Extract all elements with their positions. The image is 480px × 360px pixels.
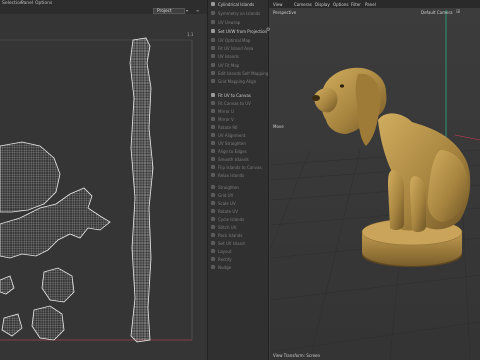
tool-item-12[interactable]: Mirror U	[211, 108, 266, 114]
tool-item-28[interactable]: Set UV Island	[211, 240, 266, 246]
uv-island-ear	[41, 267, 75, 303]
uv-island-small-a	[1, 313, 23, 337]
tool-icon	[211, 209, 215, 213]
tool-item-3[interactable]: Set UVW from Projection	[211, 28, 267, 34]
viewport-view-name: Perspective	[273, 10, 297, 15]
tool-item-7[interactable]: UV Fit Map	[211, 62, 266, 68]
tool-item-13[interactable]: Mirror V	[211, 116, 266, 122]
tool-item-24[interactable]: Rotate UV	[211, 208, 266, 214]
tool-icon	[211, 71, 215, 75]
tool-icon	[211, 63, 215, 67]
tool-item-26[interactable]: Stitch UV	[211, 224, 266, 230]
panel-menu-icon[interactable]: ≡	[196, 8, 199, 13]
tool-icon	[211, 225, 215, 229]
tool-item-16[interactable]: UV Straighten	[211, 140, 266, 146]
viewport-scene	[270, 0, 480, 360]
tool-item-6[interactable]: UV Islands	[211, 53, 266, 59]
tool-item-27[interactable]: Pack Islands	[211, 232, 266, 238]
tool-icon	[211, 201, 215, 205]
tool-icon	[211, 265, 215, 269]
tool-icon	[211, 149, 215, 153]
tool-icon	[211, 79, 215, 83]
tool-icon	[211, 173, 215, 177]
viewport-menu-cameras[interactable]: Cameras	[294, 2, 312, 7]
viewport-layout-icon[interactable]: ⊞	[456, 9, 460, 15]
viewport-axis-label: Move	[273, 124, 284, 129]
tool-icon	[211, 29, 215, 33]
uv-island-small-b	[0, 275, 15, 295]
tool-icon	[211, 54, 215, 58]
uv-corner-label: 1,1	[187, 32, 194, 37]
tool-icon	[211, 241, 215, 245]
tool-item-20[interactable]: Relax Islands	[211, 172, 266, 178]
tool-icon	[211, 133, 215, 137]
viewport-menu-display[interactable]: Display	[315, 2, 330, 7]
viewport-menu-filter[interactable]: Filter	[351, 2, 361, 7]
tool-icon	[211, 46, 215, 50]
tool-icon	[211, 185, 215, 189]
menu-options[interactable]: Options	[35, 1, 52, 6]
tool-item-31[interactable]: Nudge	[211, 264, 266, 270]
uv-tools-panel: Cylindrical Islands Symmetry on Islands …	[207, 0, 270, 360]
tool-icon	[211, 38, 215, 42]
tool-icon	[211, 233, 215, 237]
uv-island-strip	[129, 37, 154, 343]
tool-item-29[interactable]: Layout	[211, 248, 266, 254]
tool-item-14[interactable]: Rotate 90	[211, 124, 266, 130]
tool-icon	[211, 141, 215, 145]
tool-item-1[interactable]: Symmetry on Islands	[211, 10, 266, 16]
tool-item-2[interactable]: UV Unwrap	[211, 19, 266, 25]
tool-item-11[interactable]: Fit Canvas to UV	[211, 100, 266, 106]
tool-item-23[interactable]: Scale UV	[211, 200, 266, 206]
viewport-menu-view[interactable]: View	[273, 2, 283, 7]
tool-icon	[211, 249, 215, 253]
tool-icon	[211, 257, 215, 261]
viewport-menu-panel[interactable]: Panel	[365, 2, 376, 7]
tool-item-25[interactable]: Cycle Islands	[211, 216, 266, 222]
tool-item-18[interactable]: Smooth Islands	[211, 156, 266, 162]
uv-canvas[interactable]	[0, 18, 207, 360]
chevron-down-icon[interactable]: ▾	[186, 8, 188, 13]
uv-island-paw	[31, 305, 65, 341]
tool-icon	[211, 20, 215, 24]
tool-item-30[interactable]: Rectify	[211, 256, 266, 262]
tool-icon	[211, 11, 215, 15]
viewport-3d[interactable]: View Cameras Display Options Filter Pane…	[270, 0, 480, 360]
uv-island-head	[0, 141, 61, 213]
tool-item-17[interactable]: Align to Edges	[211, 148, 266, 154]
menu-selection[interactable]: Selection	[2, 1, 23, 6]
tool-icon	[211, 193, 215, 197]
tool-icon	[211, 109, 215, 113]
tool-item-0[interactable]: Cylindrical Islands	[211, 1, 266, 7]
viewport-menu-bar: View Cameras Display Options Filter Pane…	[270, 0, 480, 8]
viewport-menu-options[interactable]: Options	[333, 2, 348, 7]
tool-item-22[interactable]: Grid UV	[211, 192, 266, 198]
tool-item-19[interactable]: Flip Islands to Canvas	[211, 164, 266, 170]
tool-icon	[211, 117, 215, 121]
tool-icon	[211, 217, 215, 221]
viewport-status-text: View Transform: Screen	[273, 353, 321, 358]
tool-item-21[interactable]: Straighten	[211, 184, 266, 190]
tool-item-10[interactable]: Fit UV to Canvas	[211, 92, 266, 98]
tool-icon	[211, 2, 215, 6]
tool-icon	[211, 165, 215, 169]
tool-item-5[interactable]: Fit UV Island Area	[211, 45, 266, 51]
tool-item-15[interactable]: UV Alignment	[211, 132, 266, 138]
uv-view-select[interactable]: Project	[153, 8, 185, 14]
tool-item-8[interactable]: Edit Islands Self Mapping	[211, 70, 268, 76]
tool-icon	[211, 125, 215, 129]
menu-panel[interactable]: Panel	[21, 1, 33, 6]
viewport-camera-name: Default Camera	[421, 10, 453, 15]
uv-editor-panel: Project ▾ ≡ 1,1	[0, 8, 207, 360]
tool-icon	[211, 101, 215, 105]
tool-item-9[interactable]: Grid Mapping Align	[211, 78, 266, 84]
tool-icon	[211, 93, 215, 97]
tool-item-4[interactable]: UV Optimal Map	[211, 37, 266, 43]
tool-icon	[211, 157, 215, 161]
